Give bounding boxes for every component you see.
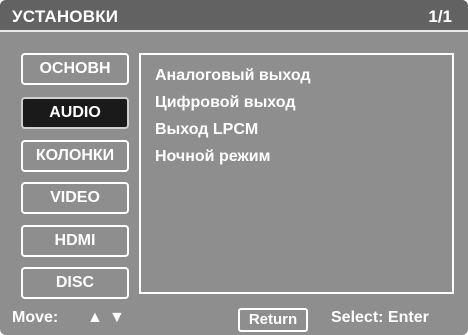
page-title: УСТАНОВКИ [12, 7, 119, 26]
arrow-up-icon[interactable]: ▲ [87, 309, 103, 327]
page-indicator: 1/1 [428, 7, 452, 26]
sidebar-item-hdmi[interactable]: HDMI [21, 225, 129, 257]
move-hint-label: Move: [12, 309, 59, 326]
select-hint-label: Select: Enter [331, 309, 429, 326]
audio-settings-panel: Аналоговый выход Цифровой выход Выход LP… [139, 53, 454, 294]
header-bar: УСТАНОВКИ 1/1 [0, 0, 468, 32]
return-button[interactable]: Return [238, 308, 308, 332]
sidebar-item-basic[interactable]: ОСНОВН [21, 53, 129, 85]
sidebar-item-disc[interactable]: DISC [21, 267, 129, 299]
sidebar-item-video[interactable]: VIDEO [21, 182, 129, 214]
footer-bar: Move: ▲ ▼ Return Select: Enter [0, 303, 468, 335]
setup-screen: УСТАНОВКИ 1/1 ОСНОВН AUDIO КОЛОНКИ VIDEO… [0, 0, 468, 335]
menu-item-lpcm-output[interactable]: Выход LPCM [155, 121, 258, 139]
sidebar-item-speakers[interactable]: КОЛОНКИ [21, 140, 129, 172]
menu-item-night-mode[interactable]: Ночной режим [155, 148, 270, 166]
arrow-down-icon[interactable]: ▼ [109, 309, 125, 327]
sidebar-item-audio[interactable]: AUDIO [21, 97, 129, 129]
menu-item-analog-output[interactable]: Аналоговый выход [155, 67, 311, 85]
menu-item-digital-output[interactable]: Цифровой выход [155, 94, 295, 112]
